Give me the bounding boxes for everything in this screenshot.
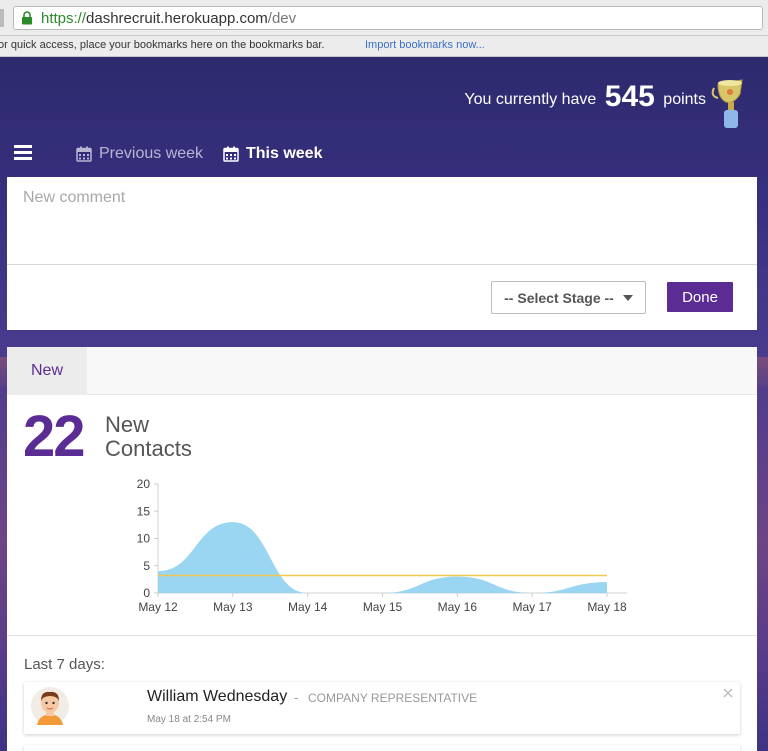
bookmarks-bar: or quick access, place your bookmarks he… [0,36,768,57]
y-tick-label: 20 [137,477,151,491]
done-button[interactable]: Done [667,282,733,312]
last-7-days-title: Last 7 days: [24,656,105,673]
points-prefix: You currently have [464,91,597,108]
section-divider [7,635,757,636]
contact-role: COMPANY REPRESENTATIVE [308,691,478,705]
activity-item[interactable]: William Wednesday - COMPANY REPRESENTATI… [24,682,740,734]
activity-item[interactable] [24,745,740,751]
url-host: dashrecruit.herokuapp.com [86,10,268,27]
url-text[interactable]: https://dashrecruit.herokuapp.com/dev [41,10,296,27]
x-tick-label: May 13 [213,600,253,614]
menu-icon[interactable] [14,145,32,161]
contact-name[interactable]: William Wednesday [147,688,287,706]
stage-tabbar: New [7,347,757,395]
window-edge [0,9,4,27]
stats-card: New 22 New Contacts 0 5 10 15 20 May 12 May 13… [7,347,757,751]
this-week-label: This week [246,145,323,162]
url-scheme: https:// [41,10,87,27]
series-area [158,522,607,593]
new-contacts-count: 22 [23,404,85,469]
bookmarks-message: or quick access, place your bookmarks he… [0,39,325,51]
y-tick-label: 10 [137,532,151,546]
activity-timestamp: May 18 at 2:54 PM [147,714,231,725]
address-bar[interactable]: https://dashrecruit.herokuapp.com/dev [13,6,763,30]
points-value: 545 [604,80,655,113]
tab-new[interactable]: New [7,347,87,395]
tab-previous-week[interactable]: Previous week [76,145,203,163]
x-tick-label: May 12 [138,600,178,614]
new-contacts-chart: 0 5 10 15 20 May 12 May 13 May 14 May 15 May 16 Ma… [137,477,627,614]
y-tick-label: 0 [143,586,150,600]
points-suffix: points [663,91,706,108]
previous-week-label: Previous week [99,145,204,162]
points-display: You currently have 545 points [464,78,706,113]
x-tick-label: May 18 [587,600,627,614]
avatar [31,687,69,725]
trophy-icon [711,79,743,128]
label-line-1: New [105,412,150,437]
import-bookmarks-link[interactable]: Import bookmarks now... [365,39,485,51]
x-tick-label: May 17 [512,600,552,614]
y-tick-label: 15 [137,504,151,518]
lock-icon [22,11,32,25]
browser-url-bar: https://dashrecruit.herokuapp.com/dev [0,0,768,36]
comment-input[interactable] [7,177,757,265]
caret-down-icon [622,294,633,301]
comment-card: -- Select Stage -- Done [7,177,757,330]
y-tick-label: 5 [143,559,150,573]
select-stage-dropdown[interactable]: -- Select Stage -- [491,281,646,314]
x-tick-label: May 16 [438,600,478,614]
name-role-separator: - [294,690,299,705]
url-path: /dev [267,10,297,27]
label-line-2: Contacts [105,436,192,461]
select-stage-label: -- Select Stage -- [504,289,614,306]
calendar-icon [76,146,92,162]
x-tick-label: May 15 [363,600,403,614]
calendar-icon [223,146,239,162]
week-navigation: Previous week This week [0,140,768,170]
new-contacts-label: New Contacts [105,413,192,461]
close-icon[interactable] [722,687,734,699]
x-tick-label: May 14 [288,600,328,614]
tab-this-week[interactable]: This week [223,145,322,163]
